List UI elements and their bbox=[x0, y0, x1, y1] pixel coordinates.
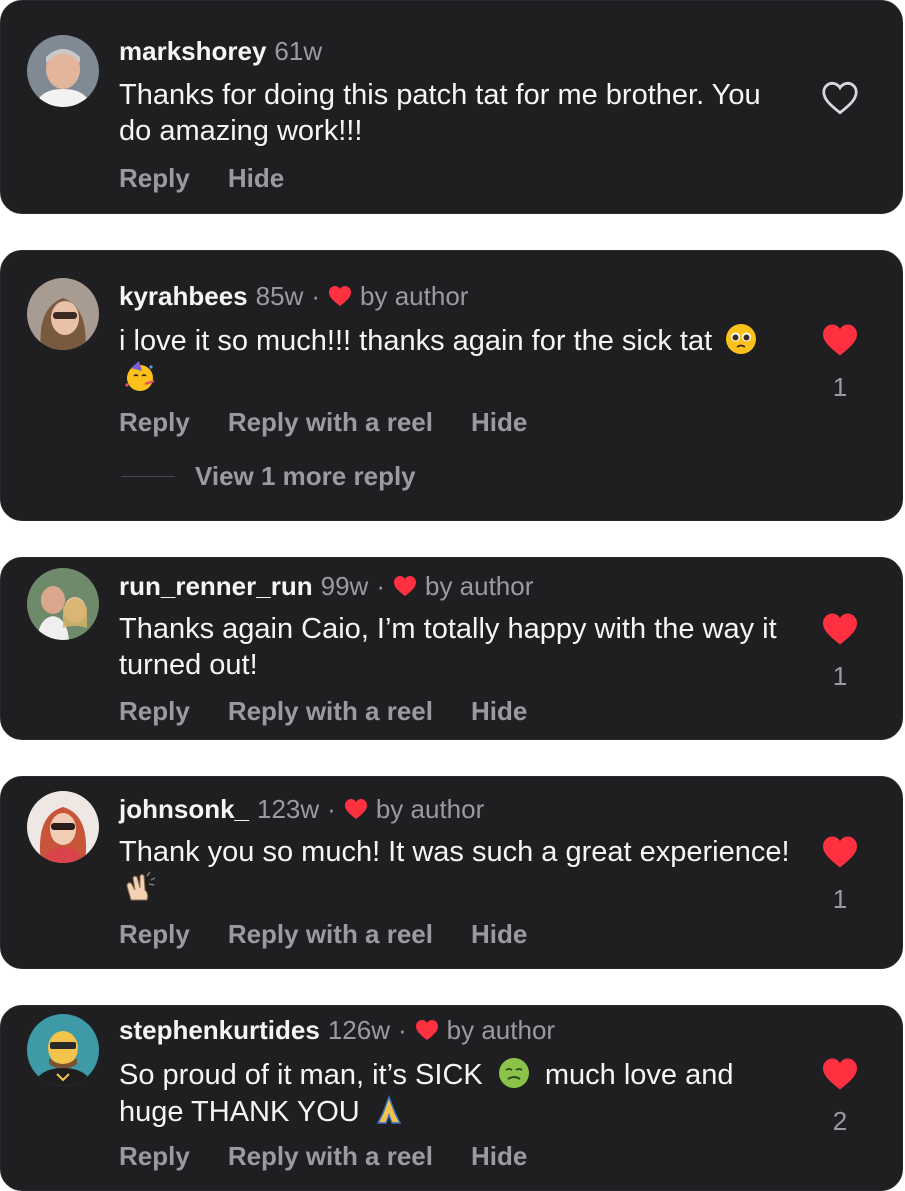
timestamp: 61w bbox=[274, 36, 323, 66]
like-count: 1 bbox=[832, 884, 848, 914]
username[interactable]: stephenkurtides bbox=[119, 1014, 320, 1046]
avatar[interactable] bbox=[27, 791, 99, 863]
author-liked-heart-icon bbox=[344, 799, 367, 819]
avatar[interactable] bbox=[27, 1014, 99, 1086]
clapping-hands-emoji bbox=[126, 871, 156, 901]
comment-card: johnsonk_ 123w · by author Thank you so … bbox=[0, 776, 903, 969]
reply-button[interactable]: Reply bbox=[119, 1141, 190, 1172]
username[interactable]: kyrahbees bbox=[119, 280, 248, 312]
reply-with-reel-button[interactable]: Reply with a reel bbox=[228, 919, 433, 950]
comment-actions: Reply Reply with a reel Hide bbox=[119, 1141, 527, 1172]
comment-card: stephenkurtides 126w · by author So prou… bbox=[0, 1005, 903, 1191]
comment-text-content: Thank you so much! It was such a great e… bbox=[119, 836, 790, 868]
by-author-label: by author bbox=[424, 571, 534, 601]
like-count: 1 bbox=[832, 661, 848, 691]
reply-with-reel-button[interactable]: Reply with a reel bbox=[228, 696, 433, 727]
like-column: 1 bbox=[820, 835, 860, 915]
author-liked-heart-icon bbox=[329, 286, 352, 306]
avatar[interactable] bbox=[27, 278, 99, 350]
view-more-replies[interactable]: View 1 more reply bbox=[121, 461, 416, 492]
author-liked-heart-icon bbox=[415, 1020, 438, 1040]
by-author-label: by author bbox=[375, 794, 485, 824]
comment-text: Thanks for doing this patch tat for me b… bbox=[119, 79, 761, 147]
hide-button[interactable]: Hide bbox=[228, 163, 284, 194]
comment-card: kyrahbees 85w · by author i love it so m… bbox=[0, 250, 903, 521]
author-liked-heart-icon bbox=[393, 576, 416, 596]
like-column: 1 bbox=[820, 612, 860, 692]
comment-header: johnsonk_ 123w · by author bbox=[119, 793, 485, 825]
comment-actions: Reply Reply with a reel Hide bbox=[119, 407, 527, 438]
comment-card: markshorey 61w Thanks for doing this pat… bbox=[0, 0, 903, 214]
partying-face-emoji bbox=[125, 361, 155, 391]
timestamp: 123w bbox=[257, 794, 320, 824]
comment-text: Thank you so much! It was such a great e… bbox=[119, 834, 799, 907]
comment-header: stephenkurtides 126w · by author bbox=[119, 1014, 556, 1046]
hide-button[interactable]: Hide bbox=[471, 919, 527, 950]
username[interactable]: markshorey bbox=[119, 35, 266, 67]
pleading-face-emoji bbox=[726, 324, 757, 354]
folded-hands-emoji bbox=[376, 1094, 401, 1124]
heart-filled-icon[interactable] bbox=[821, 835, 859, 869]
comment-text: i love it so much!!! thanks again for th… bbox=[119, 322, 799, 396]
thread-line bbox=[121, 476, 175, 477]
by-author-label: by author bbox=[446, 1015, 556, 1045]
comment-text-content: So proud of it man, it’s SICK bbox=[119, 1059, 483, 1091]
comment-header: markshorey 61w bbox=[119, 35, 322, 67]
username[interactable]: run_renner_run bbox=[119, 570, 313, 602]
hide-button[interactable]: Hide bbox=[471, 1141, 527, 1172]
by-author-label: by author bbox=[360, 281, 469, 311]
hide-button[interactable]: Hide bbox=[471, 696, 527, 727]
hide-button[interactable]: Hide bbox=[471, 407, 527, 438]
like-column: 2 bbox=[820, 1057, 860, 1137]
reply-button[interactable]: Reply bbox=[119, 163, 190, 194]
reply-button[interactable]: Reply bbox=[119, 407, 190, 438]
avatar[interactable] bbox=[27, 35, 99, 107]
heart-filled-icon[interactable] bbox=[821, 612, 859, 646]
reply-button[interactable]: Reply bbox=[119, 919, 190, 950]
comment-header: kyrahbees 85w · by author bbox=[119, 280, 469, 312]
comment-actions: Reply Hide bbox=[119, 163, 284, 194]
timestamp: 99w bbox=[320, 571, 369, 601]
timestamp: 85w bbox=[255, 281, 304, 311]
reply-with-reel-button[interactable]: Reply with a reel bbox=[228, 1141, 433, 1172]
like-count: 1 bbox=[832, 372, 848, 402]
heart-filled-icon[interactable] bbox=[821, 1057, 859, 1091]
like-column bbox=[820, 81, 860, 120]
comment-actions: Reply Reply with a reel Hide bbox=[119, 919, 527, 950]
heart-filled-icon[interactable] bbox=[821, 323, 859, 357]
nauseated-face-emoji bbox=[498, 1058, 529, 1088]
username[interactable]: johnsonk_ bbox=[119, 793, 249, 825]
avatar[interactable] bbox=[27, 568, 99, 640]
heart-outline-icon[interactable] bbox=[821, 81, 859, 115]
like-column: 1 bbox=[820, 323, 860, 403]
comment-text: So proud of it man, it’s SICK much love … bbox=[119, 1056, 799, 1130]
comment-text-content: i love it so much!!! thanks again for th… bbox=[119, 325, 713, 357]
comment-actions: Reply Reply with a reel Hide bbox=[119, 696, 527, 727]
like-count: 2 bbox=[832, 1106, 848, 1136]
reply-button[interactable]: Reply bbox=[119, 696, 190, 727]
comment-header: run_renner_run 99w · by author bbox=[119, 570, 534, 602]
comment-text: Thanks again Caio, I’m totally happy wit… bbox=[119, 613, 777, 681]
view-more-replies-label[interactable]: View 1 more reply bbox=[195, 461, 416, 492]
reply-with-reel-button[interactable]: Reply with a reel bbox=[228, 407, 433, 438]
timestamp: 126w bbox=[327, 1015, 390, 1045]
comment-card: run_renner_run 99w · by author Thanks ag… bbox=[0, 557, 903, 740]
